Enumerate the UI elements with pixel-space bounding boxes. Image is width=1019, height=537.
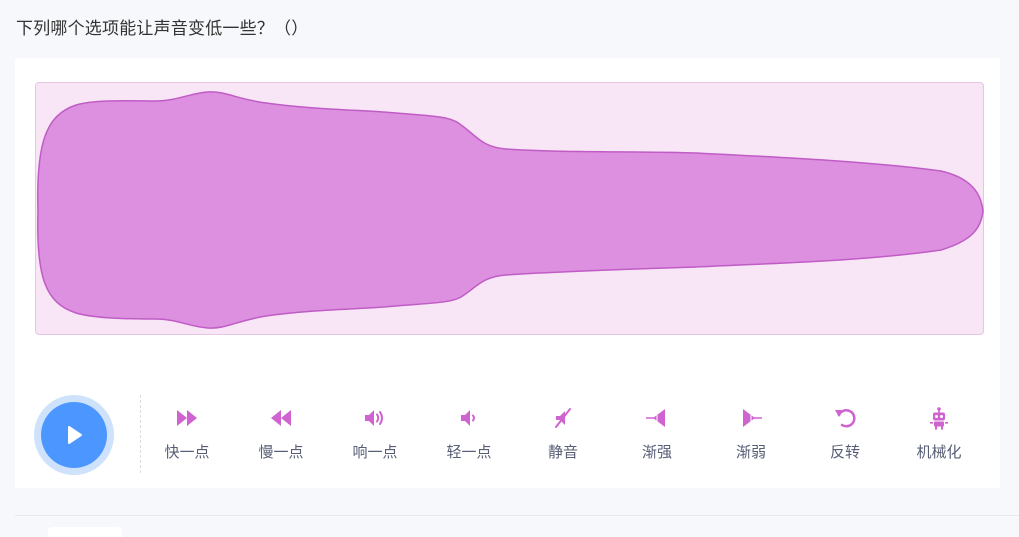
effect-slower-button[interactable]: 慢一点 xyxy=(249,402,313,466)
effect-label: 轻一点 xyxy=(446,443,492,461)
toolbar-divider xyxy=(140,395,141,473)
fade-in-icon xyxy=(646,409,665,427)
bottom-tab[interactable] xyxy=(48,527,122,537)
louder-icon xyxy=(365,410,383,426)
slower-icon xyxy=(271,410,291,426)
question-text: 下列哪个选项能让声音变低一些？（） xyxy=(16,19,309,39)
effect-reverse-button[interactable]: 反转 xyxy=(813,402,877,466)
sound-editor-panel: 快一点 慢一点 响一点 轻一点 静音 渐强 渐弱 反转 机械化 xyxy=(15,58,1000,488)
fade-out-icon xyxy=(743,409,762,427)
mute-icon xyxy=(555,408,571,428)
effect-mute-button[interactable]: 静音 xyxy=(531,402,595,466)
effect-label: 机械化 xyxy=(916,443,962,461)
faster-icon xyxy=(177,410,197,426)
effect-label: 渐弱 xyxy=(735,443,766,461)
effect-label: 慢一点 xyxy=(258,443,304,461)
play-button[interactable] xyxy=(34,395,114,475)
effect-fade-in-button[interactable]: 渐强 xyxy=(625,402,689,466)
waveform-display[interactable] xyxy=(35,82,984,335)
effect-louder-button[interactable]: 响一点 xyxy=(343,402,407,466)
reverse-icon xyxy=(835,409,856,428)
effect-label: 渐强 xyxy=(641,443,672,461)
effect-label: 反转 xyxy=(829,443,860,461)
robot-icon xyxy=(930,407,948,430)
effect-fade-out-button[interactable]: 渐弱 xyxy=(719,402,783,466)
effect-label: 响一点 xyxy=(352,443,398,461)
play-icon xyxy=(68,426,82,444)
softer-icon xyxy=(461,410,475,426)
effect-label: 快一点 xyxy=(164,443,210,461)
effect-faster-button[interactable]: 快一点 xyxy=(155,402,219,466)
effect-softer-button[interactable]: 轻一点 xyxy=(437,402,501,466)
waveform-graphic xyxy=(37,91,984,329)
effect-label: 静音 xyxy=(547,443,578,461)
bottom-divider xyxy=(15,515,1019,516)
effect-robot-button[interactable]: 机械化 xyxy=(907,402,971,466)
waveform-shape xyxy=(37,91,984,329)
